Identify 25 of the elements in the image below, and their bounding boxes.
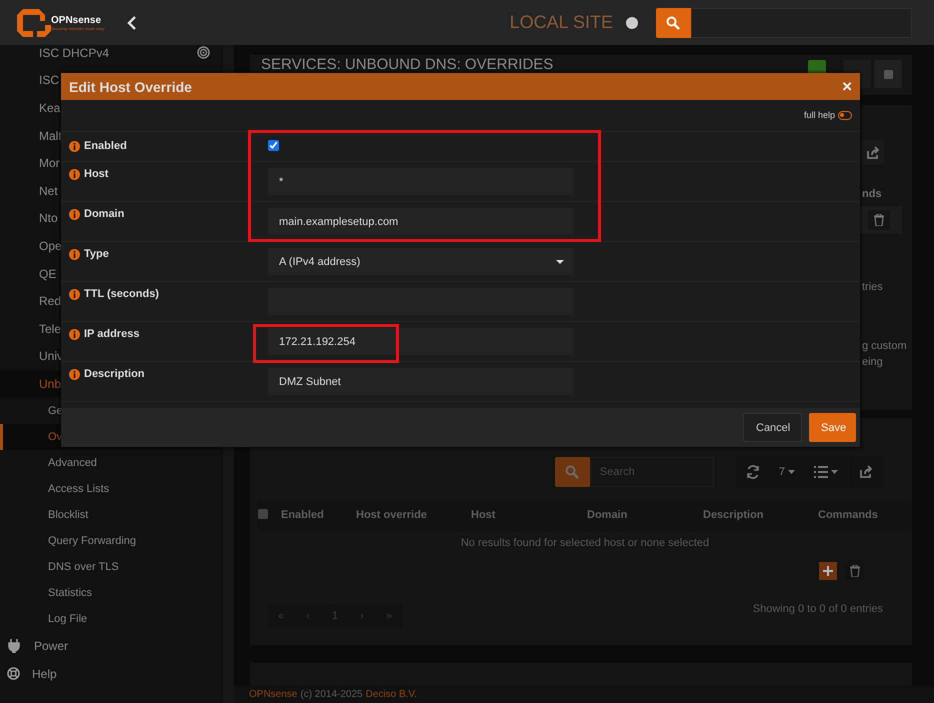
column-header: Host [471, 509, 496, 521]
column-header: Enabled [281, 509, 325, 521]
column-header: Commands [818, 509, 879, 521]
column-header: Host override [356, 509, 428, 521]
column-header: Domain [587, 509, 628, 521]
field-label: Type [84, 248, 109, 260]
help-text: g custom [862, 340, 907, 352]
full-help-label: full help [804, 110, 835, 120]
field-label: TTL (seconds) [84, 288, 159, 300]
field-label: Enabled [84, 140, 127, 152]
page-title: SERVICES: UNBOUND DNS: OVERRIDES [261, 56, 554, 73]
site-name: LOCAL SITE [510, 12, 613, 33]
dialog-title: Edit Host Override [69, 78, 192, 94]
column-header: nds [862, 188, 882, 200]
entries-summary: Showing 0 to 0 of 0 entries [752, 603, 883, 615]
field-label: Description [84, 368, 145, 380]
empty-message: No results found for selected host or none selected [460, 536, 710, 550]
field-label: Domain [84, 208, 124, 220]
copyright-text: (c) 2014-2025 [300, 689, 363, 700]
brand-name: OPNsense [51, 14, 102, 26]
help-text: eing [862, 356, 883, 368]
summary-text: tries [862, 281, 883, 293]
column-header: Description [703, 509, 765, 521]
field-label: IP address [84, 328, 140, 340]
field-label: Host [84, 168, 108, 180]
